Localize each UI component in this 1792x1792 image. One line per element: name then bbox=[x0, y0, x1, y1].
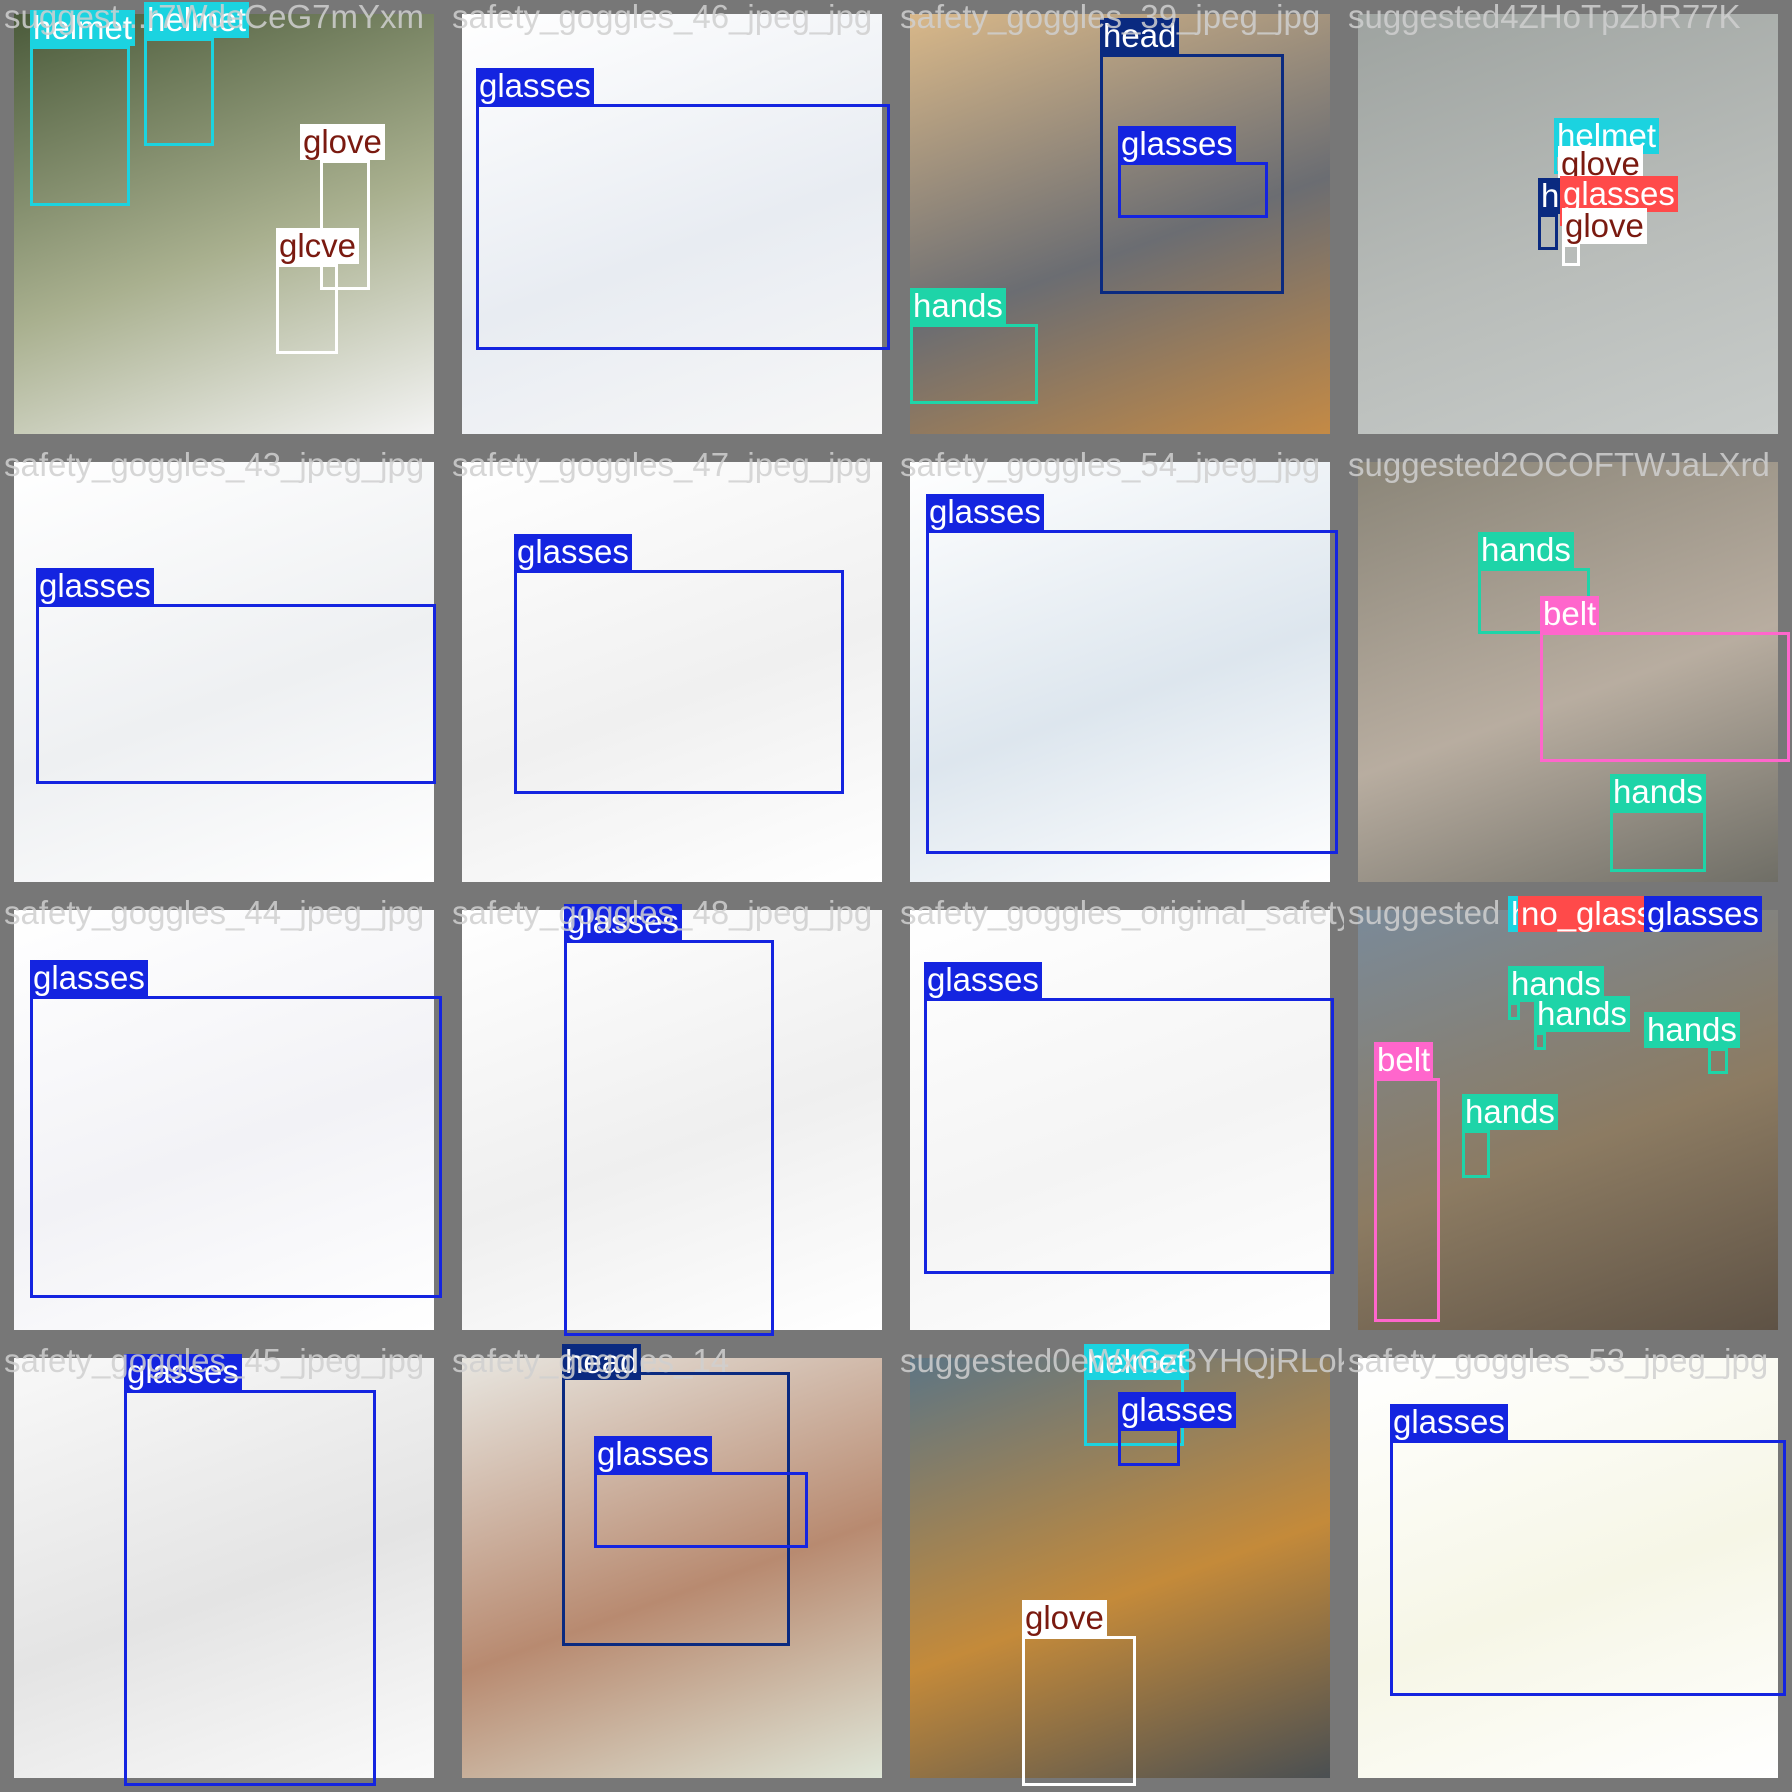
bbox-glasses bbox=[1118, 1428, 1180, 1466]
bbox-glasses bbox=[926, 530, 1338, 854]
bbox-label: glasses bbox=[926, 494, 1044, 530]
bbox-label: hands bbox=[910, 288, 1006, 324]
mosaic-tile: glasses safety_goggles_45_jpeg_jpg bbox=[0, 1344, 448, 1792]
bbox-belt bbox=[1540, 632, 1790, 762]
bbox-label: head bbox=[1100, 18, 1180, 54]
bbox-glasses bbox=[514, 570, 844, 794]
bbox-glasses bbox=[924, 998, 1334, 1274]
bbox-glasses bbox=[476, 104, 890, 350]
mosaic-tile: glasses safety_goggles_48_jpeg_jpg bbox=[448, 896, 896, 1344]
bbox-label: glasses bbox=[30, 960, 148, 996]
bbox-head bbox=[1538, 214, 1558, 250]
bbox-label: glasses bbox=[476, 68, 594, 104]
mosaic-tile: helmetno_glassesglasseshandshandshandsbe… bbox=[1344, 896, 1792, 1344]
bbox-label: glasses bbox=[924, 962, 1042, 998]
bbox-glasses bbox=[594, 1472, 808, 1548]
bbox-label: glove bbox=[1022, 1600, 1107, 1636]
mosaic-tile: glasses safety_goggles_43_jpeg_jpg bbox=[0, 448, 448, 896]
bbox-hands bbox=[1462, 1130, 1490, 1178]
bbox-label: glasses bbox=[124, 1354, 242, 1390]
bbox-label: helmet bbox=[144, 2, 250, 38]
bbox-label: glasses bbox=[564, 904, 682, 940]
bbox-glasses bbox=[36, 604, 436, 784]
bbox-glasses bbox=[30, 996, 442, 1298]
mosaic-tile: glasses safety_goggles_47_jpeg_jpg bbox=[448, 448, 896, 896]
bbox-label: hands bbox=[1534, 996, 1630, 1032]
bbox-label: head bbox=[562, 1344, 642, 1380]
bbox-label: glasses bbox=[36, 568, 154, 604]
bbox-hands bbox=[910, 324, 1038, 404]
bbox-label: glove bbox=[1562, 208, 1647, 244]
bbox-helmet bbox=[30, 46, 130, 206]
bbox-label: glasses bbox=[514, 534, 632, 570]
bbox-glasses bbox=[564, 940, 774, 1336]
bbox-label: glove bbox=[300, 124, 385, 160]
bbox-hands bbox=[1534, 1032, 1546, 1050]
mosaic-tile: helmet glasses glove suggested0eWxGz3YHQjRL… bbox=[896, 1344, 1344, 1792]
detection-grid: helmet helmet glove glcve suggest...r7WdeCeG… bbox=[0, 0, 1792, 1792]
bbox-glove bbox=[1562, 244, 1580, 266]
bbox-label: hands bbox=[1462, 1094, 1558, 1130]
mosaic-tile: helmetgloveheadglassesglovesuggested4ZHo… bbox=[1344, 0, 1792, 448]
bbox-hands bbox=[1508, 1002, 1520, 1020]
bbox-glasses bbox=[1118, 162, 1268, 218]
bbox-label: glasses bbox=[594, 1436, 712, 1472]
bbox-label: helmet bbox=[30, 10, 136, 46]
bbox-label: glasses bbox=[1118, 126, 1236, 162]
mosaic-tile: head glasses safety_goggles_14 bbox=[448, 1344, 896, 1792]
bbox-label: helmet bbox=[1084, 1344, 1190, 1380]
bbox-hands bbox=[1708, 1048, 1728, 1074]
bbox-glasses bbox=[1390, 1440, 1786, 1696]
mosaic-tile: hands belt hands suggested2OCOFTWJaLXrd bbox=[1344, 448, 1792, 896]
bbox-glove bbox=[1022, 1636, 1136, 1786]
bbox-glcve bbox=[276, 264, 338, 354]
mosaic-tile: helmet helmet glove glcve suggest...r7WdeCeG… bbox=[0, 0, 448, 448]
mosaic-tile: glasses safety_goggles_original_safety bbox=[896, 896, 1344, 1344]
bbox-hands bbox=[1610, 810, 1706, 872]
bbox-label: hands bbox=[1610, 774, 1706, 810]
bbox-label: glasses bbox=[1118, 1392, 1236, 1428]
mosaic-tile: head glasses hands safety_goggles_39_jpeg_j… bbox=[896, 0, 1344, 448]
bbox-label: hands bbox=[1478, 532, 1574, 568]
bbox-helmet bbox=[144, 38, 214, 146]
bbox-label: glasses bbox=[1390, 1404, 1508, 1440]
bbox-glasses bbox=[124, 1390, 376, 1786]
bbox-label: belt bbox=[1374, 1042, 1434, 1078]
bbox-label: glasses bbox=[1644, 896, 1762, 932]
mosaic-tile: glasses safety_goggles_44_jpeg_jpg bbox=[0, 896, 448, 1344]
mosaic-tile: glasses safety_goggles_54_jpeg_jpg bbox=[896, 448, 1344, 896]
mosaic-tile: glasses safety_goggles_53_jpeg_jpg bbox=[1344, 1344, 1792, 1792]
bbox-label: glcve bbox=[276, 228, 360, 264]
mosaic-tile: glasses safety_goggles_46_jpeg_jpg bbox=[448, 0, 896, 448]
bbox-label: belt bbox=[1540, 596, 1600, 632]
bbox-belt bbox=[1374, 1078, 1440, 1322]
bbox-label: hands bbox=[1644, 1012, 1740, 1048]
